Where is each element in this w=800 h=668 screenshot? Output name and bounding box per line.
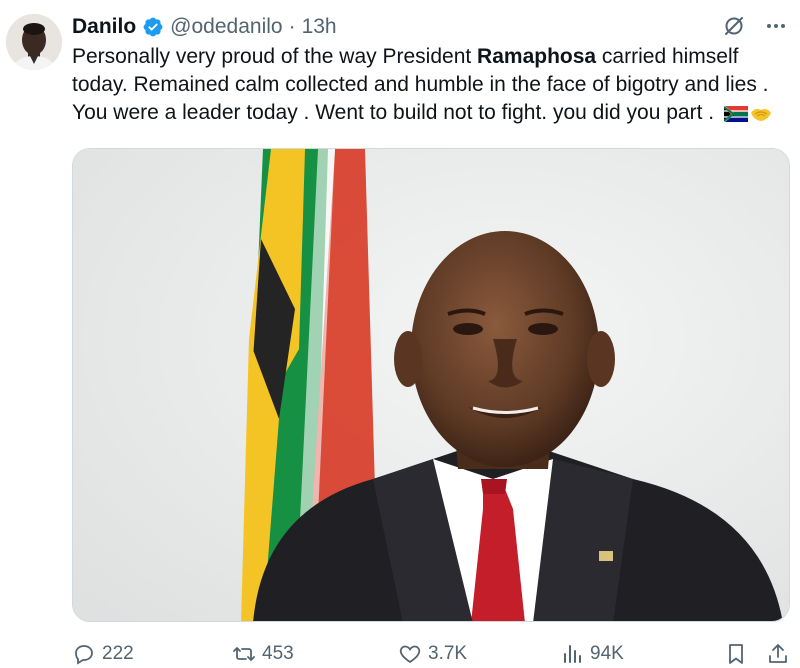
- reply-count: 222: [102, 643, 134, 664]
- repost-count: 453: [262, 643, 294, 664]
- tweet-text-start: Personally very proud of the way Preside…: [72, 45, 478, 68]
- more-icon[interactable]: [764, 14, 788, 38]
- top-actions: [722, 14, 788, 38]
- tweet-text-bold: Ramaphosa: [477, 45, 597, 68]
- reply-button[interactable]: 222: [72, 640, 134, 668]
- handshake-emoji: [750, 103, 772, 121]
- timestamp[interactable]: 13h: [302, 15, 337, 39]
- separator-dot: ·: [288, 15, 296, 38]
- author-name[interactable]: Danilo: [72, 15, 136, 39]
- tweet-text: Personally very proud of the way Preside…: [72, 43, 794, 127]
- like-icon: [399, 645, 421, 664]
- avatar[interactable]: [6, 14, 62, 70]
- repost-icon: [233, 647, 255, 661]
- bookmark-icon: [729, 644, 743, 664]
- views-icon: [564, 645, 581, 663]
- action-bar: 222 453 3.7K 94K: [72, 640, 794, 668]
- grok-icon[interactable]: [722, 14, 746, 38]
- author-handle[interactable]: @odedanilo: [170, 15, 282, 39]
- avatar-image: [6, 14, 62, 70]
- bookmark-button[interactable]: [724, 640, 748, 668]
- photo-image: [73, 149, 789, 621]
- reply-icon: [75, 645, 93, 665]
- verified-badge-icon[interactable]: [142, 16, 164, 38]
- views-count: 94K: [590, 643, 624, 664]
- repost-button[interactable]: 453: [232, 640, 294, 668]
- tweet-photo[interactable]: [72, 148, 790, 622]
- tweet[interactable]: Danilo @odedanilo · 13h Personally very …: [0, 0, 800, 668]
- share-icon: [769, 644, 787, 663]
- tweet-header: Danilo @odedanilo · 13h: [72, 12, 337, 42]
- like-count: 3.7K: [428, 643, 468, 664]
- south-africa-flag-emoji: [723, 102, 748, 123]
- share-button[interactable]: [766, 640, 790, 668]
- views-button[interactable]: 94K: [560, 640, 624, 668]
- like-button[interactable]: 3.7K: [398, 640, 467, 668]
